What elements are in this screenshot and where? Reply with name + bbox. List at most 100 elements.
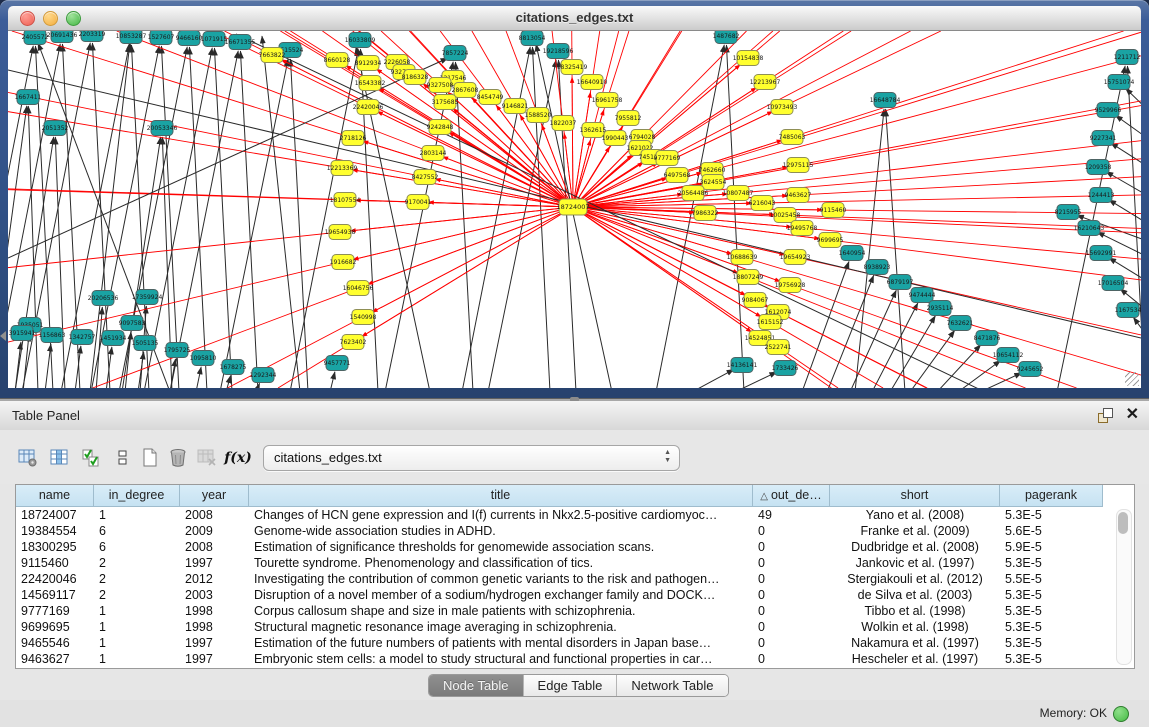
table-cell-year[interactable]: 1997	[180, 555, 249, 571]
table-row[interactable]: 911546021997Tourette syndrome. Phenomeno…	[16, 555, 1117, 571]
table-row[interactable]: 1872400712008Changes of HCN gene express…	[16, 507, 1117, 523]
table-cell-year[interactable]: 1998	[180, 603, 249, 619]
table-cell-name[interactable]: 14569117	[16, 587, 94, 603]
table-cell-year[interactable]: 1998	[180, 619, 249, 635]
table-cell-in_degree[interactable]: 2	[94, 555, 180, 571]
table-cell-in_degree[interactable]: 2	[94, 571, 180, 587]
network-edge[interactable]	[330, 372, 335, 388]
close-panel-icon[interactable]: ✕	[1126, 404, 1139, 424]
network-edge[interactable]	[96, 307, 102, 388]
column-header-title[interactable]: title	[249, 485, 753, 507]
table-cell-out_degree[interactable]: 0	[753, 539, 830, 555]
table-cell-out_degree[interactable]: 0	[753, 571, 830, 587]
table-row[interactable]: 946554611997Estimation of the future num…	[16, 635, 1117, 651]
row-view-icon[interactable]	[111, 446, 135, 470]
table-row[interactable]: 946362711997Embryonic stem cells: a mode…	[16, 651, 1117, 667]
table-cell-title[interactable]: Investigating the contribution of common…	[249, 571, 753, 587]
table-cell-title[interactable]: Corpus callosum shape and size in male p…	[249, 603, 753, 619]
network-edge[interactable]	[958, 360, 1001, 388]
column-header-year[interactable]: year	[180, 485, 249, 507]
table-cell-pagerank[interactable]: 5.3E-5	[1000, 619, 1103, 635]
network-edge[interactable]	[196, 367, 201, 388]
network-edge[interactable]	[189, 47, 207, 388]
table-cell-short[interactable]: Stergiakouli et al. (2012)	[830, 571, 1000, 587]
column-header-name[interactable]: name	[16, 485, 94, 507]
table-cell-in_degree[interactable]: 1	[94, 635, 180, 651]
table-row[interactable]: 977716911998Corpus callosum shape and si…	[16, 603, 1117, 619]
table-cell-in_degree[interactable]: 1	[94, 619, 180, 635]
network-edge[interactable]	[827, 275, 874, 388]
table-cell-out_degree[interactable]: 0	[753, 555, 830, 571]
table-cell-pagerank[interactable]: 5.3E-5	[1000, 555, 1103, 571]
network-edge[interactable]	[802, 261, 849, 388]
table-cell-pagerank[interactable]: 5.6E-5	[1000, 523, 1103, 539]
table-cell-title[interactable]: Estimation of significance thresholds fo…	[249, 539, 753, 555]
table-cell-name[interactable]: 9115460	[16, 555, 94, 571]
table-cell-short[interactable]: Dudbridge et al. (2008)	[830, 539, 1000, 555]
network-edge[interactable]	[1125, 88, 1141, 112]
table-cell-out_degree[interactable]: 0	[753, 587, 830, 603]
table-cell-in_degree[interactable]: 6	[94, 523, 180, 539]
table-cell-short[interactable]: Wolkin et al. (1998)	[830, 619, 1000, 635]
table-cell-title[interactable]: Structural magnetic resonance image aver…	[249, 619, 753, 635]
column-header-in_degree[interactable]: in_degree	[94, 485, 180, 507]
network-window[interactable]: citations_edges.txt 24055722069143622033…	[0, 0, 1149, 398]
table-cell-year[interactable]: 2012	[180, 571, 249, 587]
network-edge[interactable]	[455, 62, 473, 388]
network-edge[interactable]	[226, 376, 231, 388]
scrollbar-thumb[interactable]	[1118, 512, 1128, 534]
table-cell-out_degree[interactable]: 0	[753, 603, 830, 619]
table-cell-short[interactable]: Hescheler et al. (1997)	[830, 651, 1000, 667]
table-cell-pagerank[interactable]: 5.3E-5	[1000, 603, 1103, 619]
network-edge[interactable]	[8, 106, 27, 388]
table-cell-pagerank[interactable]: 5.9E-5	[1000, 539, 1103, 555]
network-edge[interactable]	[379, 88, 573, 207]
delete-columns-icon[interactable]	[166, 446, 190, 470]
network-edge[interactable]	[572, 77, 573, 207]
network-edge[interactable]	[980, 373, 1022, 388]
network-canvas[interactable]: 2405572206914362203319108532871527607946…	[8, 31, 1141, 388]
table-vertical-scrollbar[interactable]	[1116, 509, 1132, 665]
network-edge[interactable]	[290, 59, 308, 388]
table-select-dropdown[interactable]: citations_edges.txt ▲▼	[263, 445, 680, 471]
network-edge[interactable]	[1115, 115, 1141, 140]
table-cell-short[interactable]: de Silva et al. (2003)	[830, 587, 1000, 603]
network-edge[interactable]	[735, 372, 777, 388]
table-cell-name[interactable]: 19384554	[16, 523, 94, 539]
table-cell-pagerank[interactable]: 5.3E-5	[1000, 587, 1103, 603]
table-cell-out_degree[interactable]: 0	[753, 635, 830, 651]
network-edge[interactable]	[220, 59, 288, 388]
table-cell-short[interactable]: Jankovic et al. (1997)	[830, 555, 1000, 571]
table-row[interactable]: 2242004622012Investigating the contribut…	[16, 571, 1117, 587]
table-cell-name[interactable]: 9699695	[16, 619, 94, 635]
table-cell-title[interactable]: Changes of HCN gene expression and I(f) …	[249, 507, 753, 523]
network-edge[interactable]	[726, 45, 744, 388]
table-mode-icon[interactable]	[16, 446, 40, 470]
table-cell-in_degree[interactable]: 1	[94, 507, 180, 523]
new-column-icon[interactable]	[138, 446, 162, 470]
table-cell-out_degree[interactable]: 0	[753, 651, 830, 667]
network-edge[interactable]	[15, 342, 21, 388]
network-edge[interactable]	[1127, 66, 1141, 388]
table-cell-in_degree[interactable]: 6	[94, 539, 180, 555]
panel-collapse-arrow-icon[interactable]	[0, 331, 6, 341]
network-edge[interactable]	[890, 316, 935, 388]
show-columns-icon[interactable]	[48, 446, 72, 470]
table-cell-name[interactable]: 18724007	[16, 507, 94, 523]
table-cell-name[interactable]: 9463627	[16, 651, 94, 667]
tab-edge-table[interactable]: Edge Table	[524, 675, 618, 696]
table-cell-year[interactable]: 2008	[180, 539, 249, 555]
table-cell-short[interactable]: Tibbo et al. (1998)	[830, 603, 1000, 619]
network-edge[interactable]	[872, 303, 918, 388]
column-header-pagerank[interactable]: pagerank	[1000, 485, 1103, 507]
network-edge[interactable]	[692, 369, 734, 388]
column-header-short[interactable]: short	[830, 485, 1000, 507]
table-row[interactable]: 1938455462009Genome-wide association stu…	[16, 523, 1117, 539]
table-cell-year[interactable]: 2009	[180, 523, 249, 539]
table-cell-name[interactable]: 9777169	[16, 603, 94, 619]
table-cell-name[interactable]: 9465546	[16, 635, 94, 651]
table-cell-name[interactable]: 22420046	[16, 571, 94, 587]
table-cell-name[interactable]: 18300295	[16, 539, 94, 555]
float-panel-icon[interactable]	[1098, 408, 1113, 423]
table-cell-out_degree[interactable]: 0	[753, 523, 830, 539]
